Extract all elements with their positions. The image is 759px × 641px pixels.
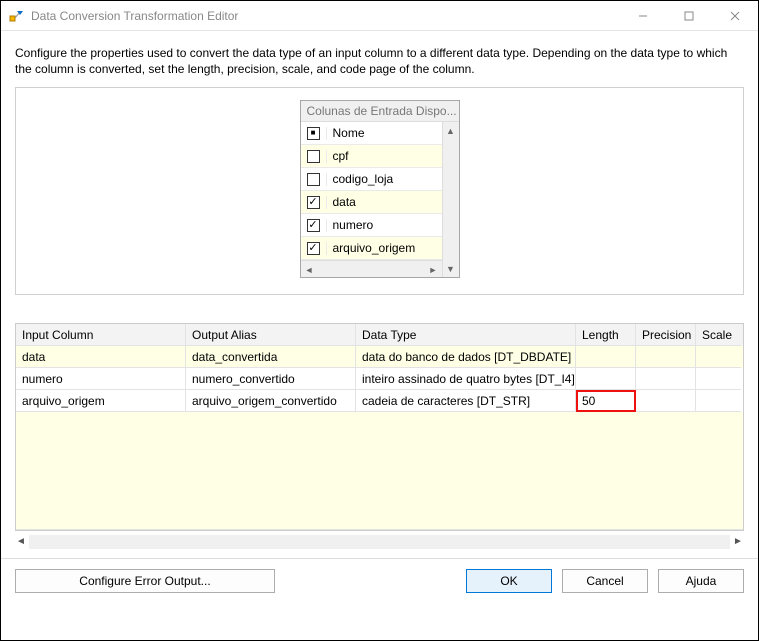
col-header-prec[interactable]: Precision — [636, 324, 696, 346]
grid-horizontal-scrollbar[interactable]: ◄ ► — [15, 533, 744, 550]
list-item[interactable]: codigo_loja — [301, 168, 442, 191]
cell-type[interactable]: data do banco de dados [DT_DBDATE] — [356, 346, 576, 368]
col-header-type[interactable]: Data Type — [356, 324, 576, 346]
listbox-header-label: Nome — [327, 126, 442, 140]
maximize-button[interactable] — [666, 1, 712, 31]
col-header-scale[interactable]: Scale — [696, 324, 741, 346]
list-item-label: cpf — [327, 149, 442, 163]
cell-alias[interactable]: arquivo_origem_convertido — [186, 390, 356, 412]
cell-prec[interactable] — [636, 390, 696, 412]
configure-error-output-button[interactable]: Configure Error Output... — [15, 569, 275, 593]
col-header-length[interactable]: Length — [576, 324, 636, 346]
checkbox[interactable] — [307, 173, 320, 186]
cell-input[interactable]: numero — [16, 368, 186, 390]
scroll-left-icon[interactable]: ◄ — [301, 261, 318, 278]
cell-length[interactable] — [576, 346, 636, 368]
vertical-scrollbar[interactable]: ▲ ▼ — [442, 122, 459, 277]
cell-type[interactable]: cadeia de caracteres [DT_STR] — [356, 390, 576, 412]
cell-input[interactable]: arquivo_origem — [16, 390, 186, 412]
description-text: Configure the properties used to convert… — [15, 45, 744, 77]
checkbox[interactable] — [307, 242, 320, 255]
grid-row[interactable]: data data_convertida data do banco de da… — [16, 346, 743, 368]
list-item-label: numero — [327, 218, 442, 232]
scroll-right-icon[interactable]: ► — [425, 261, 442, 278]
grid-empty-area — [16, 412, 743, 530]
cell-prec[interactable] — [636, 368, 696, 390]
scroll-left-icon[interactable]: ◄ — [15, 536, 27, 547]
cell-type[interactable]: inteiro assinado de quatro bytes [DT_I4] — [356, 368, 576, 390]
cell-scale[interactable] — [696, 390, 741, 412]
list-item[interactable]: cpf — [301, 145, 442, 168]
listbox-title: Colunas de Entrada Dispo... — [301, 101, 459, 122]
checkbox[interactable] — [307, 219, 320, 232]
help-button[interactable]: Ajuda — [658, 569, 744, 593]
select-all-checkbox[interactable] — [307, 127, 320, 140]
scroll-down-icon[interactable]: ▼ — [443, 260, 459, 277]
list-item[interactable]: arquivo_origem — [301, 237, 442, 260]
col-header-input[interactable]: Input Column — [16, 324, 186, 346]
cell-scale[interactable] — [696, 346, 741, 368]
col-header-alias[interactable]: Output Alias — [186, 324, 356, 346]
dialog-footer: Configure Error Output... OK Cancel Ajud… — [1, 558, 758, 603]
app-icon — [9, 8, 25, 24]
window-title: Data Conversion Transformation Editor — [31, 9, 620, 23]
titlebar: Data Conversion Transformation Editor — [1, 1, 758, 31]
cell-prec[interactable] — [636, 346, 696, 368]
minimize-button[interactable] — [620, 1, 666, 31]
list-item-label: codigo_loja — [327, 172, 442, 186]
available-columns-listbox: Colunas de Entrada Dispo... Nome cpf cod… — [300, 100, 460, 278]
grid-header-row: Input Column Output Alias Data Type Leng… — [16, 324, 743, 346]
cell-length[interactable]: 50 — [576, 390, 636, 412]
list-item-label: data — [327, 195, 442, 209]
cell-alias[interactable]: data_convertida — [186, 346, 356, 368]
conversion-grid: Input Column Output Alias Data Type Leng… — [15, 323, 744, 531]
horizontal-scrollbar[interactable]: ◄ ► — [301, 260, 442, 277]
grid-row[interactable]: arquivo_origem arquivo_origem_convertido… — [16, 390, 743, 412]
close-button[interactable] — [712, 1, 758, 31]
grid-row[interactable]: numero numero_convertido inteiro assinad… — [16, 368, 743, 390]
listbox-header-row: Nome — [301, 122, 442, 145]
ok-button[interactable]: OK — [466, 569, 552, 593]
scroll-right-icon[interactable]: ► — [732, 536, 744, 547]
list-item[interactable]: data — [301, 191, 442, 214]
cancel-button[interactable]: Cancel — [562, 569, 648, 593]
cell-length[interactable] — [576, 368, 636, 390]
cell-alias[interactable]: numero_convertido — [186, 368, 356, 390]
list-item[interactable]: numero — [301, 214, 442, 237]
cell-scale[interactable] — [696, 368, 741, 390]
scroll-up-icon[interactable]: ▲ — [443, 122, 459, 139]
checkbox[interactable] — [307, 196, 320, 209]
available-columns-panel: Colunas de Entrada Dispo... Nome cpf cod… — [15, 87, 744, 295]
checkbox[interactable] — [307, 150, 320, 163]
list-item-label: arquivo_origem — [327, 241, 442, 255]
cell-input[interactable]: data — [16, 346, 186, 368]
